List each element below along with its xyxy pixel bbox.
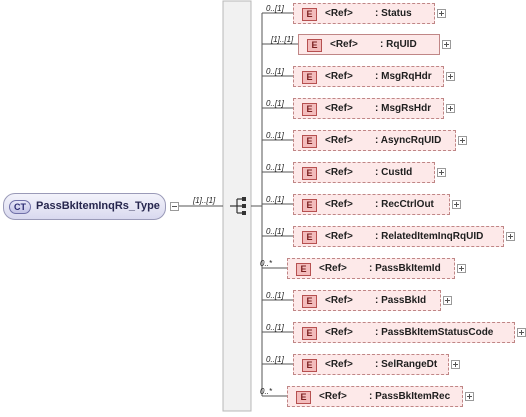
expand-icon[interactable] (437, 168, 446, 177)
element-badge: E (302, 135, 317, 148)
element-badge: E (296, 391, 311, 404)
expand-icon[interactable] (437, 9, 446, 18)
element-node[interactable]: E <Ref> : AsyncRqUID (293, 130, 456, 151)
ref-keyword: <Ref> (319, 263, 347, 274)
element-multiplicity: 0..[1] (266, 323, 284, 332)
expand-icon[interactable] (506, 232, 515, 241)
element-multiplicity: 0..[1] (266, 131, 284, 140)
element-multiplicity: 0..[1] (266, 291, 284, 300)
element-node[interactable]: E <Ref> : PassBkId (293, 290, 441, 311)
element-node[interactable]: E <Ref> : PassBkItemRec (287, 386, 463, 407)
element-node[interactable]: E <Ref> : RqUID (298, 34, 440, 55)
element-name: : RqUID (380, 39, 417, 50)
expand-icon[interactable] (446, 72, 455, 81)
expand-icon[interactable] (465, 392, 474, 401)
expand-icon[interactable] (442, 40, 451, 49)
element-badge: E (296, 263, 311, 276)
sequence-multiplicity: [1]..[1] (193, 196, 216, 205)
element-badge: E (302, 199, 317, 212)
element-node[interactable]: E <Ref> : RelatedItemInqRqUID (293, 226, 504, 247)
element-multiplicity: 0..[1] (266, 227, 284, 236)
element-name: : PassBkItemRec (369, 391, 451, 402)
element-name: : AsyncRqUID (375, 135, 442, 146)
ref-keyword: <Ref> (330, 39, 358, 50)
element-name: : CustId (375, 167, 413, 178)
element-multiplicity: 0..* (260, 387, 273, 396)
ref-keyword: <Ref> (325, 135, 353, 146)
element-badge: E (302, 231, 317, 244)
element-name: : PassBkItemId (369, 263, 441, 274)
element-name: : MsgRqHdr (375, 71, 432, 82)
ref-keyword: <Ref> (325, 231, 353, 242)
element-node[interactable]: E <Ref> : PassBkItemStatusCode (293, 322, 515, 343)
ref-keyword: <Ref> (325, 71, 353, 82)
element-multiplicity: 0..[1] (266, 67, 284, 76)
element-name: : PassBkItemStatusCode (375, 327, 494, 338)
ref-keyword: <Ref> (325, 8, 353, 19)
element-node[interactable]: E <Ref> : MsgRsHdr (293, 98, 444, 119)
element-name: : Status (375, 8, 412, 19)
element-multiplicity: 0..[1] (266, 163, 284, 172)
collapse-icon[interactable] (170, 202, 179, 211)
element-multiplicity: [1]..[1] (271, 35, 294, 44)
sequence-icon-node (242, 197, 246, 201)
element-node[interactable]: E <Ref> : CustId (293, 162, 435, 183)
complex-type-badge: CT (9, 200, 31, 214)
element-badge: E (302, 71, 317, 84)
element-badge: E (302, 327, 317, 340)
element-node[interactable]: E <Ref> : RecCtrlOut (293, 194, 450, 215)
element-name: : RecCtrlOut (375, 199, 434, 210)
element-badge: E (302, 8, 317, 21)
ref-keyword: <Ref> (325, 359, 353, 370)
element-multiplicity: 0..* (260, 259, 273, 268)
element-node[interactable]: E <Ref> : MsgRqHdr (293, 66, 444, 87)
element-multiplicity: 0..[1] (266, 355, 284, 364)
ref-keyword: <Ref> (325, 199, 353, 210)
expand-icon[interactable] (457, 264, 466, 273)
expand-icon[interactable] (452, 200, 461, 209)
element-node[interactable]: E <Ref> : PassBkItemId (287, 258, 455, 279)
expand-icon[interactable] (451, 360, 460, 369)
element-name: : PassBkId (375, 295, 427, 306)
element-badge: E (307, 39, 322, 52)
element-node[interactable]: E <Ref> : Status (293, 3, 435, 24)
element-badge: E (302, 295, 317, 308)
element-badge: E (302, 359, 317, 372)
element-name: : MsgRsHdr (375, 103, 432, 114)
ref-keyword: <Ref> (325, 327, 353, 338)
expand-icon[interactable] (517, 328, 526, 337)
expand-icon[interactable] (446, 104, 455, 113)
complex-type-name: PassBkItemInqRs_Type (36, 200, 160, 212)
element-badge: E (302, 103, 317, 116)
element-badge: E (302, 167, 317, 180)
element-name: : RelatedItemInqRqUID (375, 231, 484, 242)
element-multiplicity: 0..[1] (266, 99, 284, 108)
ref-keyword: <Ref> (319, 391, 347, 402)
ref-keyword: <Ref> (325, 295, 353, 306)
ref-keyword: <Ref> (325, 167, 353, 178)
expand-icon[interactable] (443, 296, 452, 305)
expand-icon[interactable] (458, 136, 467, 145)
sequence-icon-node (242, 204, 246, 208)
element-multiplicity: 0..[1] (266, 4, 284, 13)
sequence-icon-node (242, 211, 246, 215)
element-multiplicity: 0..[1] (266, 195, 284, 204)
element-name: : SelRangeDt (375, 359, 438, 370)
ref-keyword: <Ref> (325, 103, 353, 114)
element-node[interactable]: E <Ref> : SelRangeDt (293, 354, 449, 375)
complex-type-node[interactable]: CT PassBkItemInqRs_Type (3, 193, 166, 220)
